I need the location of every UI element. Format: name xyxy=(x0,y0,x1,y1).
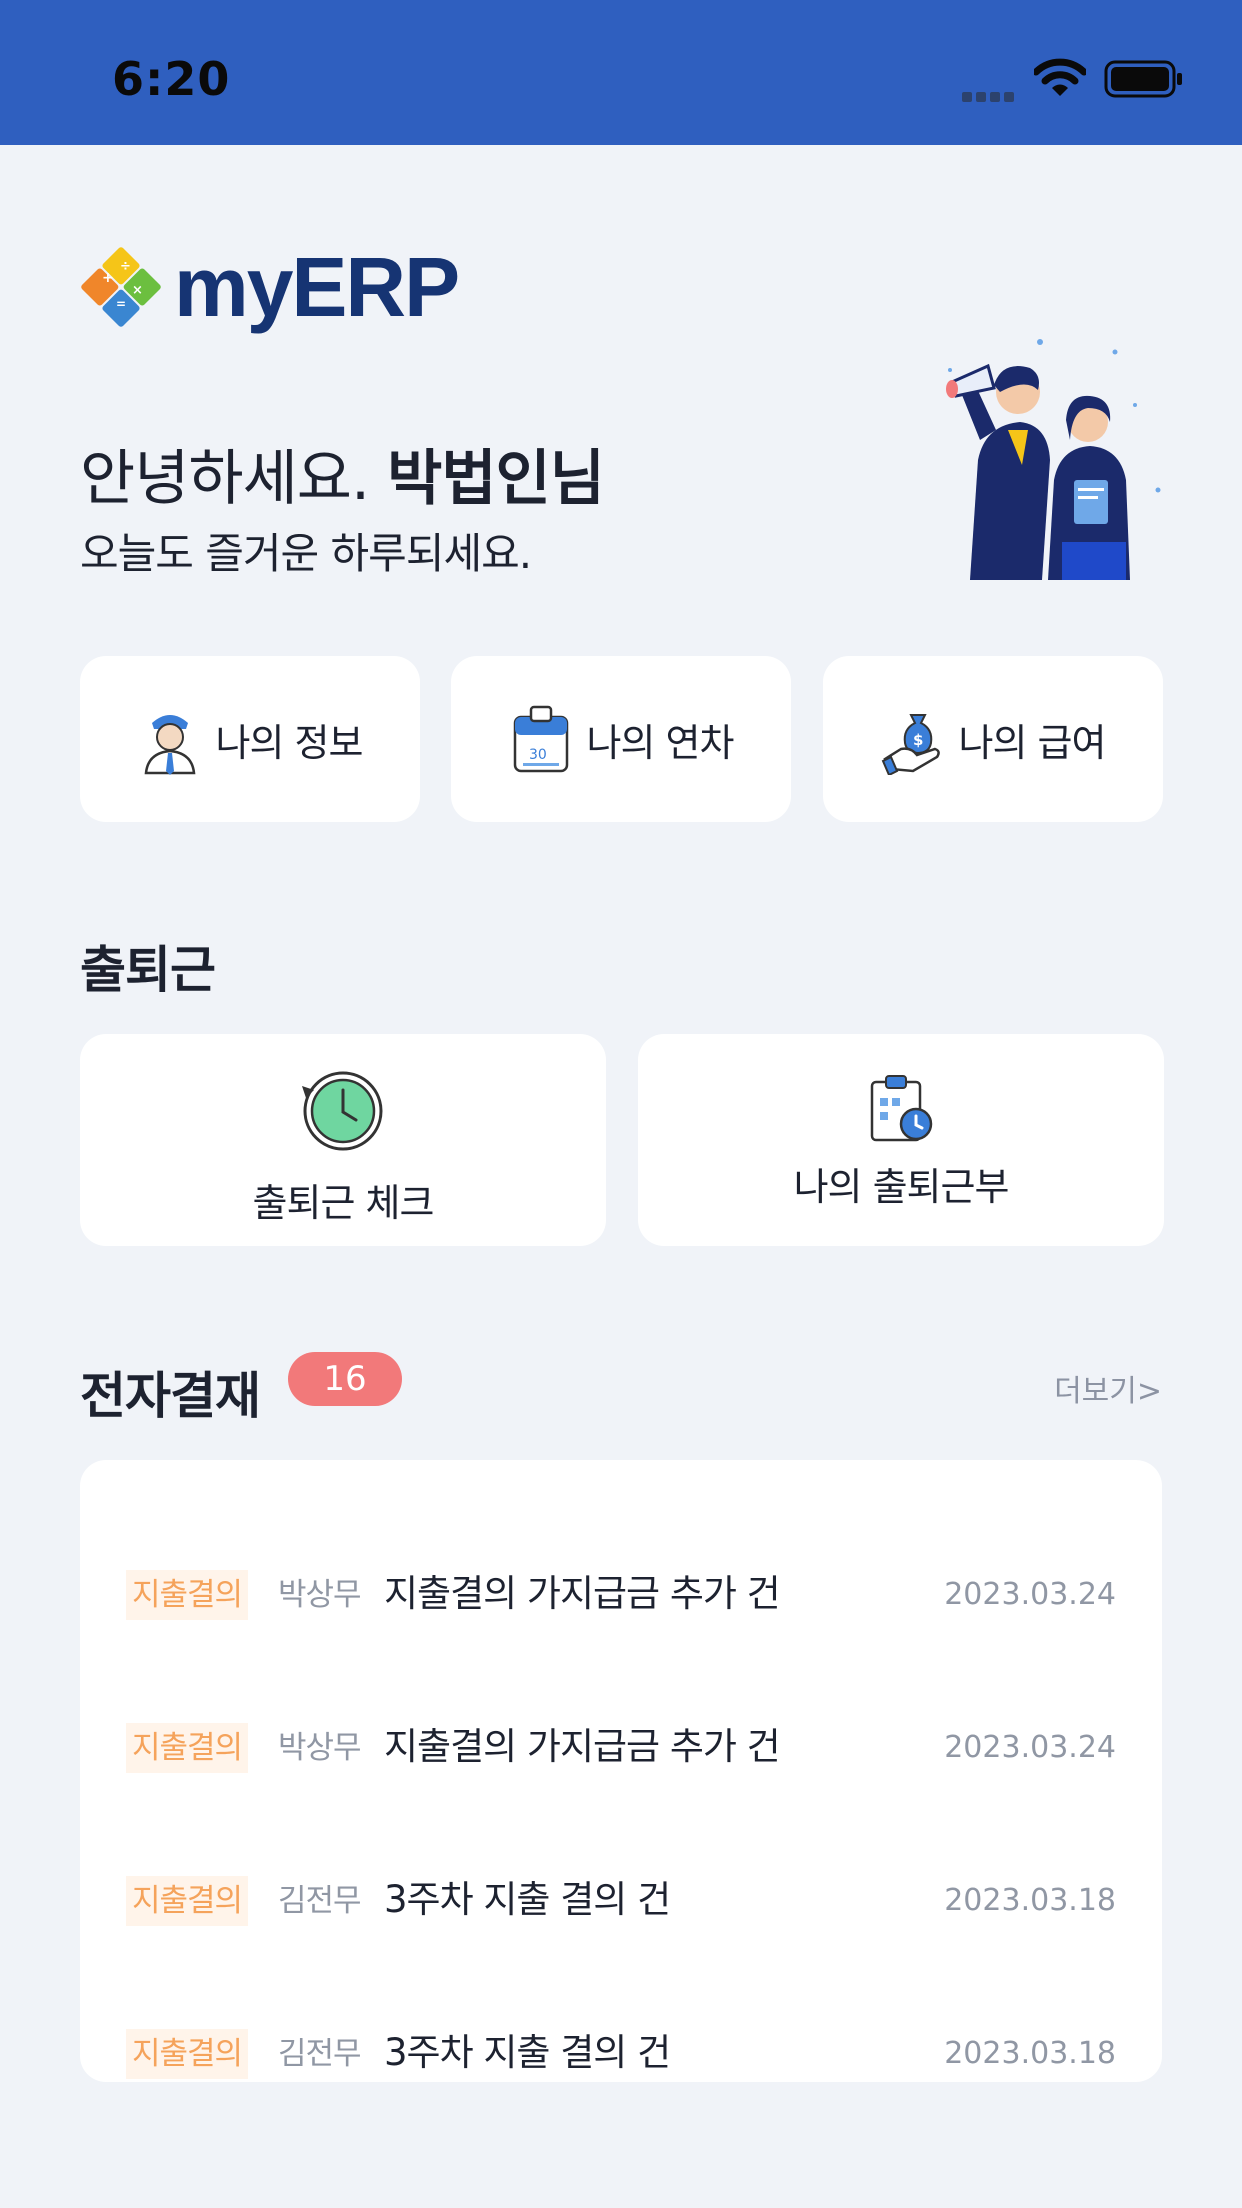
approval-author: 김전무 xyxy=(278,1883,362,1919)
approval-date: 2023.03.18 xyxy=(944,1883,1116,1918)
approval-author: 박상무 xyxy=(278,1577,362,1613)
my-attendance-records-button[interactable]: 나의 출퇴근부 xyxy=(638,1034,1164,1246)
clipboard-clock-icon xyxy=(870,1075,933,1142)
approval-author: 박상무 xyxy=(278,1730,362,1766)
approval-date: 2023.03.24 xyxy=(944,1577,1116,1612)
wifi-icon xyxy=(1034,58,1086,96)
approval-list: 지출결의 박상무 지출결의 가지급금 추가 건 2023.03.24 지출결의 … xyxy=(80,1460,1162,2082)
status-time: 6:20 xyxy=(112,52,231,106)
approval-more-link[interactable]: 더보기> xyxy=(1054,1366,1162,1410)
svg-text:×: × xyxy=(132,283,143,298)
salary-icon: $ xyxy=(881,714,940,775)
calendar-icon: 30 xyxy=(513,705,568,773)
svg-text:+: + xyxy=(102,270,114,286)
greeting-hello: 안녕하세요. xyxy=(80,444,370,514)
approval-count-badge: 16 xyxy=(288,1352,402,1406)
attendance-check-button[interactable]: 출퇴근 체크 xyxy=(80,1034,606,1246)
calculator-logo-icon: + ÷ = × xyxy=(81,247,161,327)
approval-list-item[interactable]: 지출결의 박상무 지출결의 가지급금 추가 건 2023.03.24 xyxy=(80,1556,1162,1636)
svg-text:$: $ xyxy=(913,731,923,749)
approval-author: 김전무 xyxy=(278,2036,362,2072)
greeting-headline: 안녕하세요. 박법인님 xyxy=(80,430,605,517)
approval-list-item[interactable]: 지출결의 박상무 지출결의 가지급금 추가 건 2023.03.24 xyxy=(80,1709,1162,1789)
clock-icon xyxy=(302,1071,383,1151)
my-salary-button[interactable]: $ 나의 급여 xyxy=(823,656,1163,822)
svg-text:=: = xyxy=(116,297,126,311)
user-name: 박법인님 xyxy=(387,444,605,514)
approval-category: 지출결의 xyxy=(126,2029,249,2079)
approval-list-item[interactable]: 지출결의 김전무 3주차 지출 결의 건 2023.03.18 xyxy=(80,2015,1162,2095)
approval-date: 2023.03.18 xyxy=(944,2036,1116,2071)
attendance-section-title: 출퇴근 xyxy=(80,941,216,999)
svg-text:30: 30 xyxy=(529,747,547,763)
person-icon xyxy=(144,715,195,775)
logo-text: myERP xyxy=(174,239,460,334)
battery-icon xyxy=(1104,60,1182,98)
approval-subject: 지출결의 가지급금 추가 건 xyxy=(384,1572,781,1615)
status-bar: 6:20 xyxy=(0,0,1242,145)
approval-subject: 3주차 지출 결의 건 xyxy=(384,1878,671,1921)
app-logo[interactable]: + ÷ = × myERP xyxy=(80,240,460,334)
cellular-signal-icon xyxy=(962,87,1018,102)
greeting-subtitle: 오늘도 즐거운 하루되세요. xyxy=(80,529,532,578)
my-info-button[interactable]: 나의 정보 xyxy=(80,656,420,822)
approval-section-title: 전자결재 xyxy=(80,1367,261,1425)
my-leave-button[interactable]: 30 나의 연차 xyxy=(451,656,791,822)
approval-category: 지출결의 xyxy=(126,1723,249,1773)
approval-category: 지출결의 xyxy=(126,1876,249,1926)
approval-subject: 지출결의 가지급금 추가 건 xyxy=(384,1725,781,1768)
business-people-illustration xyxy=(946,339,1161,580)
approval-date: 2023.03.24 xyxy=(944,1730,1116,1765)
my-leave-label: 나의 연차 xyxy=(586,720,735,765)
attendance-check-label: 출퇴근 체크 xyxy=(252,1181,435,1225)
my-info-label: 나의 정보 xyxy=(215,720,364,765)
svg-text:÷: ÷ xyxy=(120,259,131,274)
approval-list-item[interactable]: 지출결의 김전무 3주차 지출 결의 건 2023.03.18 xyxy=(80,1862,1162,1942)
my-salary-label: 나의 급여 xyxy=(958,720,1107,765)
my-attendance-records-label: 나의 출퇴근부 xyxy=(793,1165,1010,1209)
approval-category: 지출결의 xyxy=(126,1570,249,1620)
approval-subject: 3주차 지출 결의 건 xyxy=(384,2031,671,2074)
